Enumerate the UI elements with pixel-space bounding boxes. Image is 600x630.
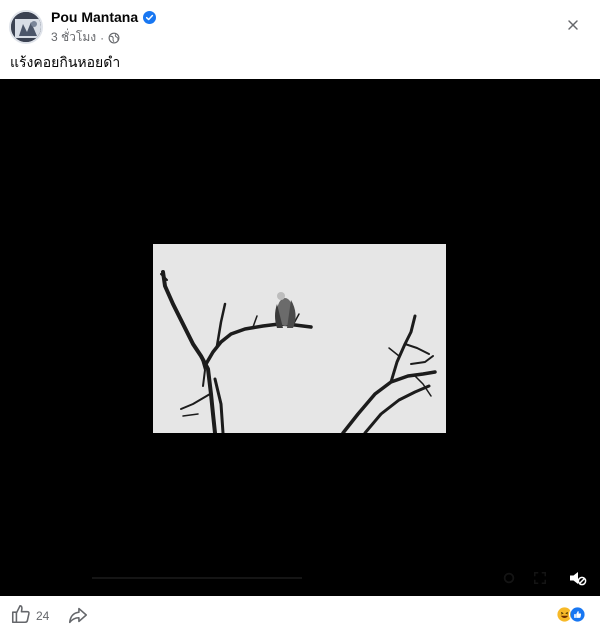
vulture-on-branches-image <box>153 244 446 433</box>
facebook-post: Pou Mantana 3 ชั่วโมง · แร้งคอยกินหอยดำ <box>0 0 600 630</box>
meta-separator: · <box>100 30 105 45</box>
author-name[interactable]: Pou Mantana <box>51 9 138 25</box>
progress-bar[interactable] <box>92 577 302 579</box>
like-reaction-icon <box>569 606 586 623</box>
post-header: Pou Mantana 3 ชั่วโมง · <box>0 0 600 50</box>
more-options-icon <box>568 20 578 30</box>
reactions-summary[interactable] <box>556 606 586 623</box>
like-count[interactable]: 24 <box>36 609 49 623</box>
fullscreen-icon[interactable] <box>533 571 547 585</box>
post-footer: 24 <box>0 596 600 630</box>
globe-icon <box>108 32 120 43</box>
muted-speaker-icon[interactable] <box>567 568 587 588</box>
post-meta: 3 ชั่วโมง · <box>51 28 120 47</box>
thumbs-up-icon[interactable] <box>10 603 32 625</box>
video-frame-image <box>153 244 446 433</box>
verified-badge-icon <box>143 10 157 24</box>
gear-icon[interactable] <box>502 571 516 585</box>
video-controls <box>0 560 600 596</box>
author-block: Pou Mantana <box>51 9 157 25</box>
share-icon[interactable] <box>67 604 89 626</box>
post-timestamp[interactable]: 3 ชั่วโมง <box>51 28 96 47</box>
author-avatar[interactable] <box>9 10 43 44</box>
video-player[interactable] <box>0 79 600 596</box>
more-options-button[interactable] <box>562 14 584 36</box>
post-caption: แร้งคอยกินหอยดำ <box>10 55 121 71</box>
